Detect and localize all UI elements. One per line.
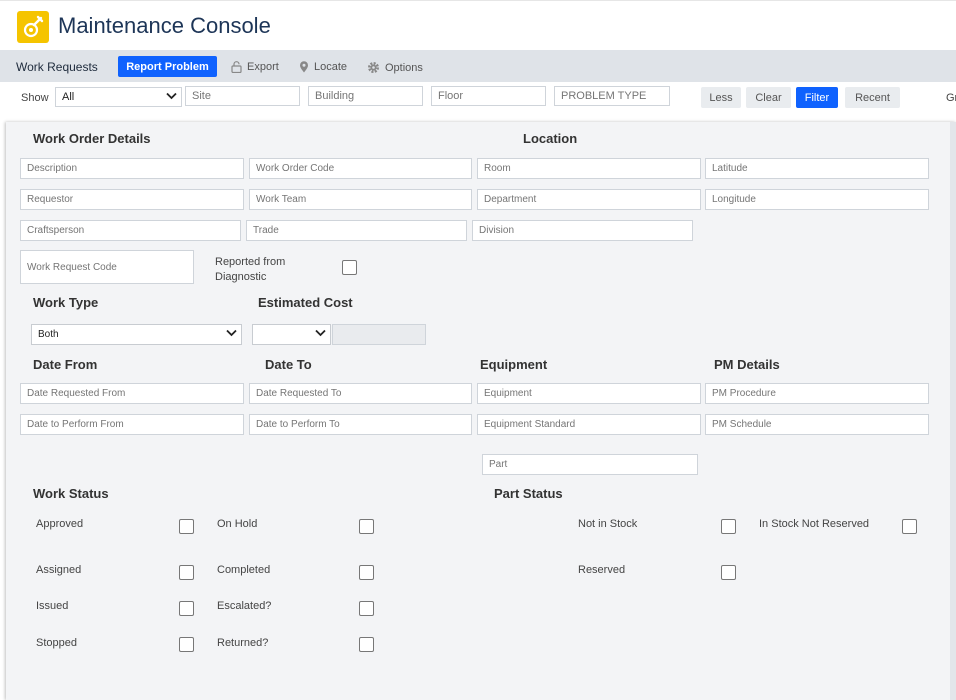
on-hold-label: On Hold [217, 518, 258, 530]
work-type-select[interactable]: Both [31, 324, 242, 345]
problem-type-input[interactable] [554, 86, 670, 106]
locate-label: Locate [314, 61, 348, 73]
equipment-field[interactable] [477, 383, 701, 404]
approved-label: Approved [36, 518, 84, 530]
clear-button[interactable]: Clear [746, 87, 791, 108]
app-header: Maintenance Console [0, 0, 956, 51]
description-field[interactable] [20, 158, 244, 179]
issued-checkbox[interactable] [179, 601, 194, 616]
room-field[interactable] [477, 158, 701, 179]
site-input[interactable] [185, 86, 300, 106]
assigned-label: Assigned [36, 564, 82, 576]
building-input[interactable] [308, 86, 423, 106]
reserved-checkbox[interactable] [721, 565, 736, 580]
assigned-checkbox[interactable] [179, 565, 194, 580]
equipment-heading: Equipment [480, 357, 548, 372]
work-type-heading: Work Type [33, 295, 99, 310]
chevron-down-icon [226, 329, 237, 337]
overflow-text: Gr [946, 92, 956, 104]
estimated-cost-operator-select[interactable] [252, 324, 331, 345]
estimated-cost-heading: Estimated Cost [258, 295, 353, 310]
chevron-down-icon [315, 329, 326, 337]
issued-label: Issued [36, 600, 69, 612]
estimated-cost-input[interactable] [332, 324, 426, 345]
escalated-checkbox[interactable] [359, 601, 374, 616]
date-requested-from-field[interactable] [20, 383, 244, 404]
reported-from-diagnostic-checkbox[interactable] [342, 260, 357, 275]
show-select[interactable]: All [55, 87, 182, 107]
latitude-field[interactable] [705, 158, 929, 179]
date-to-heading: Date To [265, 357, 312, 372]
work-order-code-field[interactable] [249, 158, 472, 179]
lock-icon [231, 61, 242, 73]
craftsperson-field[interactable] [20, 220, 241, 241]
not-in-stock-checkbox[interactable] [721, 519, 736, 534]
part-field[interactable] [482, 454, 698, 475]
completed-label: Completed [217, 564, 271, 576]
returned-checkbox[interactable] [359, 637, 374, 652]
filter-button[interactable]: Filter [796, 87, 838, 108]
pm-details-heading: PM Details [714, 357, 780, 372]
map-pin-icon [300, 61, 308, 73]
reported-from-diagnostic-label: Reported from Diagnostic [215, 256, 286, 283]
pm-procedure-field[interactable] [705, 383, 929, 404]
requestor-field[interactable] [20, 189, 244, 210]
show-select-value: All [62, 91, 75, 103]
floor-input[interactable] [431, 86, 546, 106]
part-status-heading: Part Status [494, 486, 563, 501]
less-button[interactable]: Less [701, 87, 741, 108]
work-order-details-heading: Work Order Details [33, 131, 151, 146]
export-label: Export [247, 61, 279, 73]
chevron-down-icon [166, 92, 177, 100]
date-to-perform-from-field[interactable] [20, 414, 244, 435]
date-from-heading: Date From [33, 357, 98, 372]
toolbar-title: Work Requests [16, 60, 98, 74]
completed-checkbox[interactable] [359, 565, 374, 580]
returned-label: Returned? [217, 637, 269, 649]
equipment-standard-field[interactable] [477, 414, 701, 435]
options-button[interactable]: Options [367, 61, 423, 74]
approved-checkbox[interactable] [179, 519, 194, 534]
options-label: Options [385, 61, 423, 74]
date-to-perform-to-field[interactable] [249, 414, 472, 435]
gear-icon [368, 62, 379, 73]
pm-schedule-field[interactable] [705, 414, 929, 435]
app-logo-icon [17, 11, 49, 43]
app-title: Maintenance Console [58, 13, 271, 38]
in-stock-not-reserved-label: In Stock Not Reserved [759, 518, 870, 530]
stopped-checkbox[interactable] [179, 637, 194, 652]
work-request-code-field[interactable] [20, 250, 194, 284]
work-type-value: Both [38, 329, 59, 340]
locate-button[interactable]: Locate [299, 61, 347, 73]
date-requested-to-field[interactable] [249, 383, 472, 404]
recent-button[interactable]: Recent [845, 87, 900, 108]
department-field[interactable] [477, 189, 701, 210]
background-list-edge [950, 122, 956, 700]
reserved-label: Reserved [578, 564, 626, 576]
show-label: Show [21, 92, 49, 104]
escalated-label: Escalated? [217, 600, 272, 612]
export-button[interactable]: Export [231, 61, 279, 73]
on-hold-checkbox[interactable] [359, 519, 374, 534]
work-status-heading: Work Status [33, 486, 109, 501]
division-field[interactable] [472, 220, 693, 241]
not-in-stock-label: Not in Stock [578, 518, 638, 530]
trade-field[interactable] [246, 220, 467, 241]
in-stock-not-reserved-checkbox[interactable] [902, 519, 917, 534]
work-team-field[interactable] [249, 189, 472, 210]
longitude-field[interactable] [705, 189, 929, 210]
stopped-label: Stopped [36, 637, 77, 649]
report-problem-button[interactable]: Report Problem [118, 56, 217, 77]
location-heading: Location [523, 131, 578, 146]
